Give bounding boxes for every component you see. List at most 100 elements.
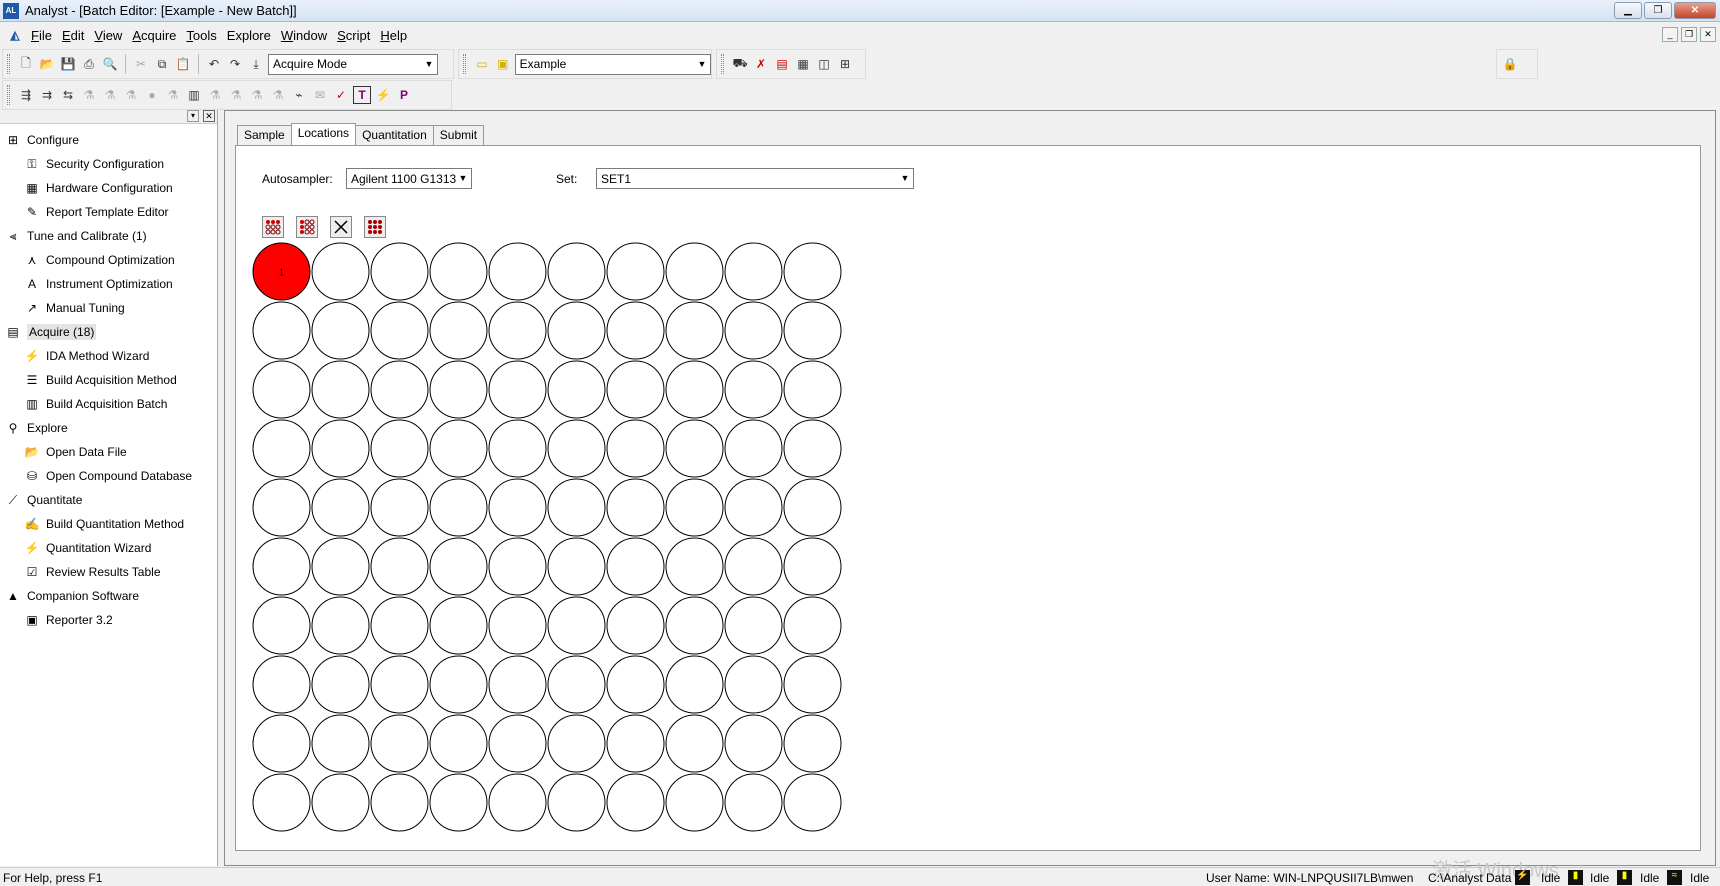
plate-well[interactable] — [606, 419, 665, 478]
mode-select[interactable]: Acquire Mode ▼ — [268, 53, 438, 75]
select-row-button[interactable] — [262, 216, 284, 238]
nav-item-manual-tuning[interactable]: ↗ Manual Tuning — [0, 296, 217, 320]
nav-item-review-results-table[interactable]: ☑ Review Results Table — [0, 560, 217, 584]
tool-icon[interactable]: ⇶ — [17, 86, 35, 104]
nav-item-acquire-18[interactable]: ▤ Acquire (18) — [0, 320, 217, 344]
print-icon[interactable]: ⎙ — [80, 55, 98, 73]
plate-well[interactable] — [665, 596, 724, 655]
plate-well[interactable] — [488, 655, 547, 714]
plate-well[interactable] — [783, 242, 842, 301]
plate-well[interactable] — [429, 655, 488, 714]
plate-well[interactable] — [252, 596, 311, 655]
plate-well[interactable] — [724, 596, 783, 655]
plate-well[interactable] — [488, 242, 547, 301]
toolbar-grip[interactable] — [7, 54, 10, 74]
nav-item-quantitation-wizard[interactable]: ⚡ Quantitation Wizard — [0, 536, 217, 560]
menu-file[interactable]: File — [26, 28, 57, 43]
plate-well[interactable] — [311, 714, 370, 773]
plate-well[interactable] — [665, 419, 724, 478]
flask-icon[interactable]: ⚗ — [269, 86, 287, 104]
plate-well[interactable] — [724, 301, 783, 360]
plate-well[interactable] — [547, 596, 606, 655]
plate-well[interactable] — [724, 655, 783, 714]
plate-well[interactable] — [783, 478, 842, 537]
flask-icon[interactable]: ⚗ — [206, 86, 224, 104]
toolbar-grip[interactable] — [7, 85, 10, 105]
layout-icon[interactable]: ◫ — [815, 55, 833, 73]
menu-acquire[interactable]: Acquire — [127, 28, 181, 43]
hardware-profile-icon[interactable]: ▤ — [773, 55, 791, 73]
flask-icon[interactable]: ⚗ — [164, 86, 182, 104]
menu-edit[interactable]: Edit — [57, 28, 89, 43]
nav-item-open-data-file[interactable]: 📂 Open Data File — [0, 440, 217, 464]
text-icon[interactable]: T — [353, 86, 371, 104]
menu-window[interactable]: Window — [276, 28, 332, 43]
folder-icon[interactable]: ▭ — [473, 55, 491, 73]
flask-icon[interactable]: ⚗ — [101, 86, 119, 104]
spectrum-icon[interactable]: ⌁ — [290, 86, 308, 104]
plate-well[interactable] — [665, 537, 724, 596]
tab-quantitation[interactable]: Quantitation — [355, 125, 434, 145]
circle-icon[interactable]: ● — [143, 86, 161, 104]
plate-well[interactable] — [783, 773, 842, 832]
tool-icon[interactable]: ⇉ — [38, 86, 56, 104]
plate-well[interactable] — [665, 301, 724, 360]
undo-icon[interactable]: ↶ — [205, 55, 223, 73]
copy-icon[interactable]: ⧉ — [153, 55, 171, 73]
flask-icon[interactable]: ⚗ — [122, 86, 140, 104]
plate-well[interactable] — [252, 478, 311, 537]
toolbar-grip[interactable] — [463, 54, 466, 74]
menu-help[interactable]: Help — [375, 28, 412, 43]
plate-well[interactable] — [311, 478, 370, 537]
project-folder-icon[interactable]: ▣ — [494, 55, 512, 73]
plate-well[interactable] — [311, 537, 370, 596]
pin-icon[interactable]: ▾ — [187, 110, 199, 122]
plate-well[interactable] — [429, 596, 488, 655]
plate-well[interactable] — [665, 714, 724, 773]
plate-well[interactable] — [370, 478, 429, 537]
plate-well[interactable] — [370, 360, 429, 419]
nav-item-security-configuration[interactable]: ⚿ Security Configuration — [0, 152, 217, 176]
plate-well[interactable] — [370, 301, 429, 360]
nav-item-explore[interactable]: ⚲ Explore — [0, 416, 217, 440]
nav-item-build-quantitation-method[interactable]: ✍ Build Quantitation Method — [0, 512, 217, 536]
tab-sample[interactable]: Sample — [237, 125, 292, 145]
plate-well[interactable] — [370, 596, 429, 655]
save-icon[interactable]: 💾 — [59, 55, 77, 73]
plate-well[interactable] — [488, 773, 547, 832]
plate-well[interactable] — [606, 714, 665, 773]
grid-icon[interactable]: ⊞ — [836, 55, 854, 73]
close-button[interactable]: ✕ — [1674, 2, 1716, 19]
cut-icon[interactable]: ✂ — [132, 55, 150, 73]
plate-well[interactable] — [311, 360, 370, 419]
plate-well[interactable] — [488, 419, 547, 478]
open-icon[interactable]: 📂 — [38, 55, 56, 73]
flask-icon[interactable]: ⚗ — [248, 86, 266, 104]
plate-well[interactable] — [606, 537, 665, 596]
plate-well[interactable] — [724, 419, 783, 478]
nav-item-reporter-3-2[interactable]: ▣ Reporter 3.2 — [0, 608, 217, 632]
nav-item-companion-software[interactable]: ▲ Companion Software — [0, 584, 217, 608]
plate-well[interactable] — [783, 596, 842, 655]
nav-item-ida-method-wizard[interactable]: ⚡ IDA Method Wizard — [0, 344, 217, 368]
minimize-button[interactable]: ▁ — [1614, 2, 1642, 19]
nav-item-configure[interactable]: ⊞ Configure — [0, 128, 217, 152]
plate-well[interactable] — [429, 773, 488, 832]
print-preview-icon[interactable]: 🔍 — [101, 55, 119, 73]
plate-well[interactable] — [783, 537, 842, 596]
nav-item-hardware-configuration[interactable]: ▦ Hardware Configuration — [0, 176, 217, 200]
flask-icon[interactable]: ⚗ — [227, 86, 245, 104]
plate-well[interactable] — [488, 596, 547, 655]
plate-well[interactable] — [547, 478, 606, 537]
plate-well[interactable] — [488, 301, 547, 360]
plate-well[interactable] — [783, 419, 842, 478]
menu-explore[interactable]: Explore — [222, 28, 276, 43]
truck-icon[interactable]: ⛟ — [731, 55, 749, 73]
plate-well[interactable] — [429, 301, 488, 360]
plate-well[interactable] — [547, 301, 606, 360]
plate-well[interactable] — [724, 714, 783, 773]
plate-well[interactable] — [547, 242, 606, 301]
plate-well[interactable] — [783, 714, 842, 773]
plate-well[interactable] — [429, 537, 488, 596]
lock-icon[interactable]: 🔒 — [1501, 55, 1519, 73]
